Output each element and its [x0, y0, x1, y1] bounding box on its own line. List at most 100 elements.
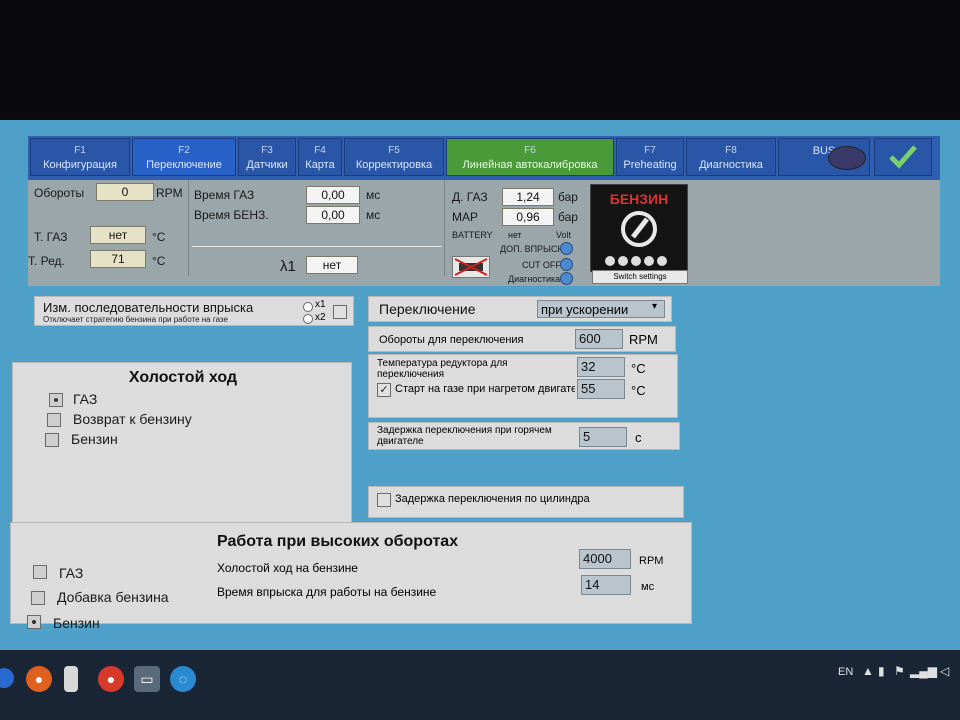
tab-label: Preheating: [623, 159, 677, 171]
high-rpm-title: Работа при высоких оборотах: [217, 533, 459, 550]
switch-settings-button[interactable]: Switch settings: [592, 270, 688, 284]
firefox-icon[interactable]: ●: [26, 666, 52, 692]
start-button[interactable]: [0, 668, 14, 688]
tab-key: F8: [725, 145, 737, 156]
battery-unit: Volt: [556, 230, 572, 240]
tab-key: F2: [178, 145, 190, 156]
switching-label: Переключение: [379, 301, 476, 317]
tab-key: F6: [524, 145, 536, 156]
injection-sequence-checkbox[interactable]: [333, 305, 347, 319]
engine-icon: [621, 211, 657, 247]
tab-configuration[interactable]: F1 Конфигурация: [30, 138, 130, 176]
switching-mode-panel: Переключение при ускорении ▾: [368, 296, 672, 322]
start-on-gas-input[interactable]: 55: [577, 379, 625, 399]
fuel-mode-display: БЕНЗИН: [590, 184, 688, 272]
idle-radio-return-petrol[interactable]: [47, 413, 61, 427]
diagnostics-label: Диагностика: [508, 274, 561, 284]
tab-correction[interactable]: F5 Корректировка: [344, 138, 444, 176]
tgas-label: Т. ГАЗ: [34, 230, 68, 244]
tab-linear-autocalibration[interactable]: F6 Линейная автокалибровка: [446, 138, 614, 176]
volume-icon[interactable]: ◁: [940, 664, 949, 678]
switching-rpm-unit: RPM: [629, 332, 658, 347]
time-gas-label: Время ГАЗ: [194, 188, 255, 202]
start-on-gas-checkbox[interactable]: ✓: [377, 383, 391, 397]
idle-radio-gas[interactable]: [49, 393, 63, 407]
time-benz-label: Время БЕНЗ.: [194, 208, 269, 222]
chrome-icon[interactable]: ●: [98, 666, 124, 692]
x1-radio[interactable]: [303, 302, 313, 312]
ok-button[interactable]: [874, 138, 932, 176]
switching-rpm-panel: Обороты для переключения 600 RPM: [368, 326, 676, 352]
x2-radio[interactable]: [303, 314, 313, 324]
high-rpm-radio-petrol[interactable]: [27, 615, 41, 629]
gas-pressure-value: 1,24: [502, 188, 554, 206]
high-rpm-option-label: Бензин: [53, 615, 100, 631]
gas-tuning-app-icon[interactable]: ◌: [170, 666, 196, 692]
tab-switching[interactable]: F2 Переключение: [132, 138, 236, 176]
tab-key: F7: [644, 145, 656, 156]
injection-sequence-subtitle: Отключает стратегию бензина при работе н…: [43, 315, 228, 324]
tab-label: Диагностика: [699, 159, 763, 171]
idle-radio-petrol[interactable]: [45, 433, 59, 447]
switching-rpm-input[interactable]: 600: [575, 329, 623, 349]
idle-panel: Холостой ход ГАЗ Возврат к бензину Бензи…: [12, 362, 352, 524]
network-icon[interactable]: ▂▄▆: [910, 664, 937, 678]
rpm-unit: RPM: [156, 186, 183, 200]
high-rpm-option-label: Добавка бензина: [57, 589, 169, 605]
fuel-pump-off-icon: [452, 256, 490, 278]
tray-arrow-icon[interactable]: ▲: [862, 664, 874, 678]
connection-icon[interactable]: [828, 146, 866, 170]
idle-option-label: Бензин: [71, 431, 118, 447]
chevron-down-icon: ▾: [652, 301, 658, 312]
tab-map[interactable]: F4 Карта: [298, 138, 342, 176]
tab-key: F4: [314, 145, 326, 156]
high-rpm-radio-add-petrol[interactable]: [31, 591, 45, 605]
flag-icon[interactable]: ⚑: [894, 664, 905, 678]
switching-delay-input[interactable]: 5: [579, 427, 627, 447]
taskbar: ● ● ▭ ◌ EN ▲ ▮ ⚑ ▂▄▆ ◁: [0, 650, 960, 720]
cylinder-delay-label: Задержка переключения по цилиндра: [395, 493, 590, 505]
tred-label: Т. Ред.: [28, 254, 65, 268]
switching-rpm-label: Обороты для переключения: [379, 334, 524, 346]
high-rpm-inj-input[interactable]: 14: [581, 575, 631, 595]
switching-temp-input[interactable]: 32: [577, 357, 625, 377]
switching-temp-unit: °C: [631, 361, 646, 376]
battery-icon[interactable]: ▮: [878, 664, 885, 678]
lambda-label: λ1: [280, 258, 296, 275]
map-label: MAP: [452, 210, 479, 224]
time-gas-value: 0,00: [306, 186, 360, 204]
tab-label: Датчики: [246, 159, 288, 171]
high-rpm-option-label: ГАЗ: [59, 565, 84, 581]
folder-icon[interactable]: ▭: [134, 666, 160, 692]
tab-sensors[interactable]: F3 Датчики: [238, 138, 296, 176]
switching-delay-label: Задержка переключения при горячем двигат…: [377, 425, 552, 447]
idle-option-label: ГАЗ: [73, 391, 98, 407]
tab-key: F5: [388, 145, 400, 156]
fuel-mode-label: БЕНЗИН: [609, 191, 669, 207]
status-panel: Обороты 0 RPM Т. ГАЗ нет °C Т. Ред. 71 °…: [28, 180, 940, 286]
gas-pressure-unit: бар: [558, 190, 578, 204]
tred-value: 71: [90, 250, 146, 268]
high-rpm-idle-input[interactable]: 4000: [579, 549, 631, 569]
switching-select[interactable]: при ускорении ▾: [537, 300, 665, 318]
switching-delay-panel: Задержка переключения при горячем двигат…: [368, 422, 680, 450]
switching-temp-panel: Температура редуктора для переключения 3…: [368, 354, 678, 418]
switching-temp-label: Температура редуктора для переключения: [377, 358, 508, 380]
notepad-icon[interactable]: [64, 666, 78, 692]
cutoff-label: CUT OFF: [522, 260, 561, 270]
rpm-label: Обороты: [34, 186, 85, 200]
cylinder-delay-checkbox[interactable]: [377, 493, 391, 507]
injection-sequence-panel: Изм. последовательности впрыска Отключае…: [34, 296, 354, 326]
divider: [188, 180, 189, 276]
rpm-value: 0: [96, 183, 154, 201]
tab-preheating[interactable]: F7 Preheating: [616, 138, 684, 176]
language-indicator[interactable]: EN: [838, 666, 853, 678]
start-on-gas-label: Старт на газе при нагретом двигате: [395, 383, 575, 395]
diagnostics-indicator: [560, 272, 573, 285]
tab-diagnostics[interactable]: F8 Диагностика: [686, 138, 776, 176]
tred-unit: °C: [152, 254, 166, 268]
high-rpm-radio-gas[interactable]: [33, 565, 47, 579]
time-benz-unit: мс: [366, 208, 381, 222]
time-benz-value: 0,00: [306, 206, 360, 224]
tab-label: Конфигурация: [43, 159, 117, 171]
